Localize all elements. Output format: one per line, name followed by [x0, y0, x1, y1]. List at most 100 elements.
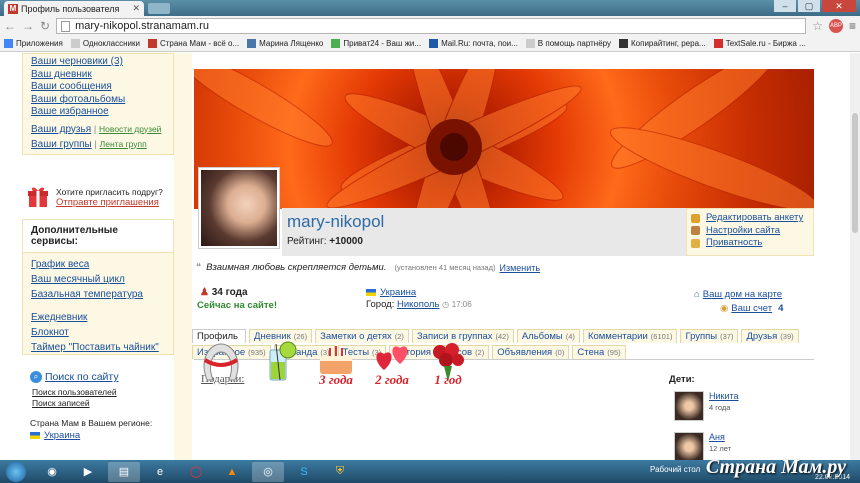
site-favicon: M [8, 3, 18, 14]
service-link[interactable]: Таймер "Поставить чайник" [23, 340, 173, 355]
avatar[interactable] [198, 167, 280, 249]
network-app-icon[interactable]: ◉ [36, 462, 68, 482]
service-link[interactable]: Блокнот [23, 325, 173, 340]
minimize-icon[interactable]: – [774, 0, 796, 12]
service-link[interactable]: Ежедневник [23, 310, 173, 325]
start-button[interactable] [6, 461, 26, 482]
profile-action[interactable]: Приватность [691, 237, 809, 250]
gift-item[interactable]: 1 год [426, 340, 470, 388]
media-player-icon[interactable]: ▶ [72, 462, 104, 482]
chrome-icon[interactable]: ◎ [252, 461, 284, 482]
address-bar[interactable]: mary-nikopol.stranamam.ru [56, 18, 807, 34]
ie-icon[interactable]: e [144, 462, 176, 482]
service-link[interactable]: Базальная температура [23, 287, 173, 302]
kids-title: Дети: [669, 374, 695, 385]
tab-label: Группы [685, 331, 718, 342]
forward-icon[interactable]: → [22, 19, 34, 33]
gift-caption: 1 год [434, 372, 462, 387]
tab-item[interactable]: Объявления (0) [492, 345, 570, 359]
bookmark-item[interactable]: Марина Лященко [247, 39, 323, 48]
bookmark-item[interactable]: В помощь партнёру [525, 39, 611, 48]
bookmark-star-icon[interactable]: ☆ [812, 19, 823, 33]
profile-action[interactable]: Настройки сайта [691, 225, 809, 238]
tab-count: (4) [565, 332, 575, 341]
kid-name-link[interactable]: Аня [709, 432, 731, 442]
bookmark-label: Страна Мам - всё о... [159, 39, 240, 48]
edit-status-link[interactable]: Изменить [499, 263, 540, 273]
service-link[interactable]: Ваш месячный цикл [23, 272, 173, 287]
profile-action-label[interactable]: Настройки сайта [706, 225, 780, 238]
country-link[interactable]: Украина [380, 287, 416, 298]
gear-icon [691, 226, 700, 236]
maximize-icon[interactable]: ▢ [798, 0, 820, 12]
profile-action-label[interactable]: Приватность [706, 237, 762, 250]
gift-item[interactable] [199, 340, 243, 388]
groups-feed-link[interactable]: Лента групп [100, 139, 147, 149]
profile-action[interactable]: Редактировать анкету [691, 212, 809, 225]
tab-item[interactable]: Альбомы (4) [516, 329, 580, 343]
region-link[interactable]: Украина [44, 430, 80, 441]
tab-count: (2) [475, 348, 485, 357]
bookmark-item[interactable]: Копирайтинг, рера... [619, 39, 706, 48]
page-icon [525, 39, 535, 48]
chrome-menu-icon[interactable]: ≡ [849, 19, 856, 33]
user-link[interactable]: Ваши черновики (3) [31, 56, 165, 69]
invite-link[interactable]: Отправте приглашения [56, 197, 163, 208]
textsale-icon [713, 39, 723, 48]
gift-item[interactable]: 3 года [314, 340, 358, 388]
tab-item[interactable]: Друзья (39) [741, 329, 799, 343]
user-link[interactable]: Ваше избранное [31, 106, 165, 119]
account-row: ◉ Ваш счет 4 [720, 303, 783, 314]
search-icon: ⌕ [30, 371, 42, 383]
profile-action-label[interactable]: Редактировать анкету [706, 212, 803, 225]
back-icon[interactable]: ← [4, 19, 16, 33]
search-posts-link[interactable]: Поиск записей [32, 398, 180, 408]
skype-icon[interactable]: S [288, 462, 320, 482]
tab-item[interactable]: Комментарии (6101) [582, 329, 678, 343]
services-list: График веса Ваш месячный цикл Базальная те… [23, 257, 173, 302]
bookmark-item[interactable]: Одноклассники [70, 39, 140, 48]
bookmark-item[interactable]: Страна Мам - всё о... [147, 39, 240, 48]
tab-item[interactable]: Стена (95) [572, 345, 626, 359]
bookmark-item[interactable]: Приват24 - Ваш жи... [331, 39, 421, 48]
new-tab-button[interactable] [148, 3, 170, 14]
browser-tabbar: M Профиль пользователя ✕ – ▢ ✕ [0, 0, 860, 16]
service-link[interactable]: График веса [23, 257, 173, 272]
region-label: Страна Мам в Вашем регионе: [30, 418, 153, 428]
user-link[interactable]: Ваши фотоальбомы [31, 94, 165, 107]
friends-news-link[interactable]: Новости друзей [99, 124, 161, 134]
home-map-link[interactable]: Ваш дом на карте [703, 289, 782, 300]
bookmark-item[interactable]: TextSale.ru - Биржа ... [713, 39, 806, 48]
opera-icon[interactable]: ◯ [180, 462, 212, 482]
explorer-icon[interactable]: ▤ [108, 461, 140, 482]
groups-link[interactable]: Ваши группы [31, 139, 92, 150]
site-search-link[interactable]: Поиск по сайту [45, 371, 119, 383]
browser-tab[interactable]: M Профиль пользователя ✕ [4, 1, 144, 16]
city-link[interactable]: Никополь [397, 299, 439, 310]
close-tab-icon[interactable]: ✕ [132, 3, 140, 14]
bookmark-item[interactable]: Mail.Ru: почта, пои... [429, 39, 518, 48]
account-link[interactable]: Ваш счет [731, 303, 772, 314]
reload-icon[interactable]: ↻ [40, 19, 50, 33]
user-link[interactable]: Ваши сообщения [31, 81, 165, 94]
search-users-link[interactable]: Поиск пользователей [32, 387, 180, 397]
profile-username: mary-nikopol [287, 212, 385, 231]
friends-link[interactable]: Ваши друзья [31, 124, 91, 135]
gift-item[interactable]: 2 года [370, 340, 414, 388]
a-icon [619, 39, 629, 48]
user-link[interactable]: Ваш дневник [31, 69, 165, 82]
kid-name-link[interactable]: Никита [709, 391, 739, 401]
tab-count: (42) [495, 332, 509, 341]
window-close-icon[interactable]: ✕ [822, 0, 856, 12]
kid-item[interactable]: Никита 4 года [674, 391, 739, 421]
page-scrollbar[interactable] [850, 53, 860, 460]
scrollbar-thumb[interactable] [852, 113, 858, 233]
tab-item[interactable]: Группы (37) [680, 329, 739, 343]
gift-item[interactable] [258, 340, 302, 388]
security-shield-icon[interactable]: ⛨ [324, 462, 356, 482]
city-row: Город: Никополь ◷ 17:06 [366, 299, 472, 310]
bookmark-item[interactable]: Приложения [4, 39, 63, 48]
ukraine-flag-icon [30, 432, 40, 439]
adblock-extension-icon[interactable]: ABP [828, 19, 843, 33]
vlc-icon[interactable]: ▲ [216, 462, 248, 482]
